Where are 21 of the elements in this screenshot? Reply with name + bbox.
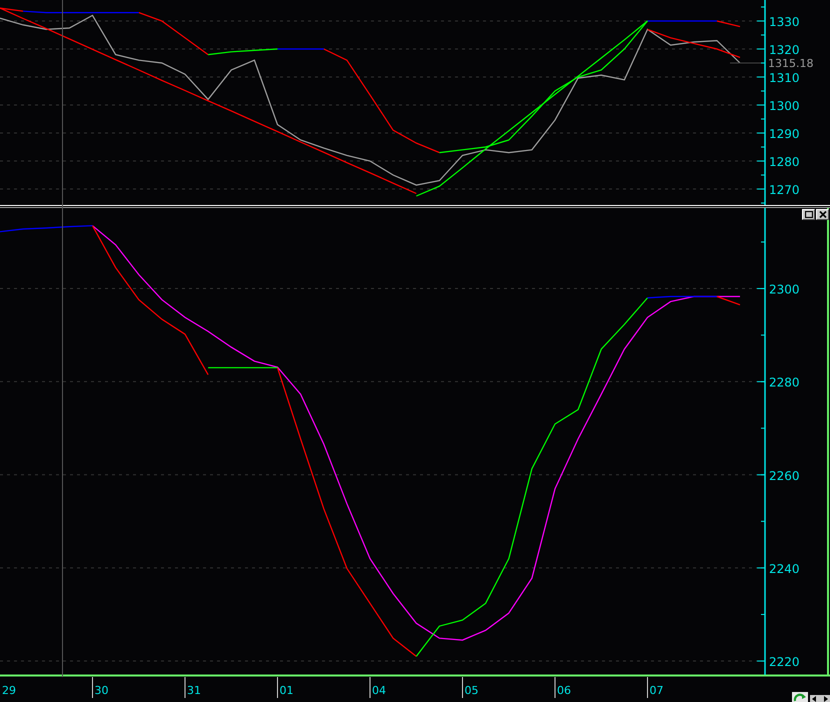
axis-label: 1330 xyxy=(769,15,800,29)
axis-label: 1270 xyxy=(769,183,800,198)
axis-label: 1300 xyxy=(769,99,800,114)
axis-label: 1280 xyxy=(769,155,800,170)
axis-label: 05 xyxy=(464,684,478,697)
axis-label: 1320 xyxy=(769,43,800,57)
axis-label: 1290 xyxy=(769,127,800,142)
axis-label: 1310 xyxy=(769,71,800,86)
axis-label: 2300 xyxy=(769,282,800,297)
axis-label: 07 xyxy=(650,684,664,697)
last-price-label: 1315.18 xyxy=(768,57,814,70)
axis-label: 2260 xyxy=(769,468,800,483)
axis-label: 29 xyxy=(2,684,16,697)
axis-label: 2280 xyxy=(769,376,800,390)
axis-label: 06 xyxy=(557,684,571,697)
axis-label: 04 xyxy=(372,684,386,697)
axis-label: 2220 xyxy=(769,655,800,670)
axis-label: 2240 xyxy=(769,562,800,576)
axis-label: 01 xyxy=(280,684,294,697)
axis-label: 30 xyxy=(94,684,108,697)
axis-label: 31 xyxy=(187,684,201,697)
